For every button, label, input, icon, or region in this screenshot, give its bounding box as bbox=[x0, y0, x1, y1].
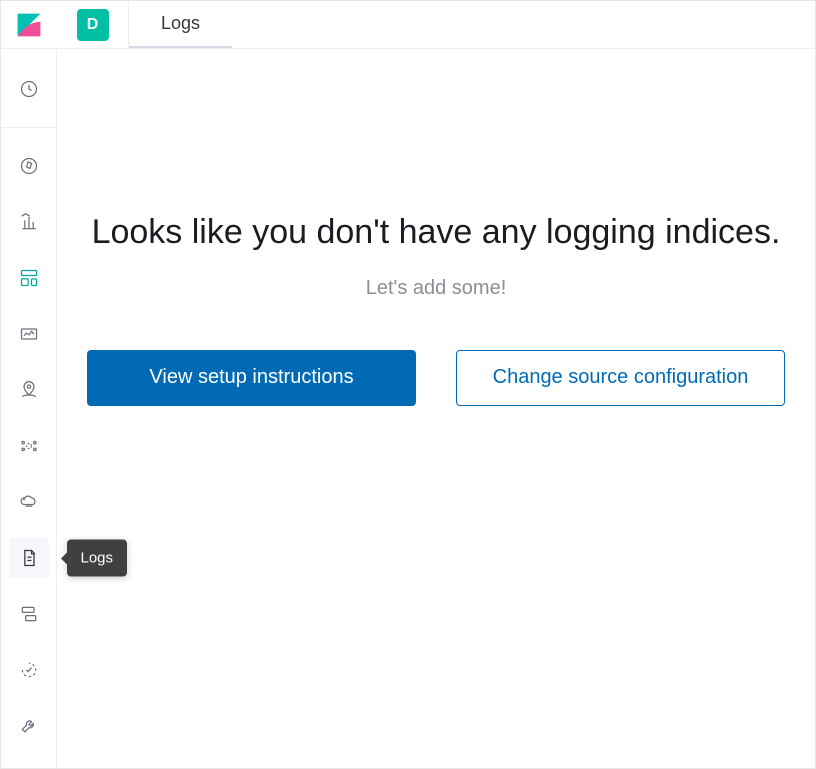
nav-visualize[interactable] bbox=[9, 202, 49, 242]
primary-button-label: View setup instructions bbox=[149, 366, 353, 389]
sidebar-divider bbox=[1, 127, 56, 128]
space-letter: D bbox=[87, 16, 99, 34]
empty-state-title: Looks like you don't have any logging in… bbox=[87, 209, 785, 257]
main-content: Looks like you don't have any logging in… bbox=[57, 49, 815, 768]
uptime-icon bbox=[19, 660, 39, 680]
tab-label: Logs bbox=[161, 13, 200, 34]
map-pin-icon bbox=[19, 380, 39, 400]
nav-timelion[interactable] bbox=[9, 314, 49, 354]
nav-discover[interactable] bbox=[9, 146, 49, 186]
nav-logs[interactable]: Logs bbox=[9, 538, 49, 578]
bar-chart-icon bbox=[19, 212, 39, 232]
nav-uptime[interactable] bbox=[9, 650, 49, 690]
nav-devtools[interactable] bbox=[9, 706, 49, 746]
ml-icon bbox=[19, 436, 39, 456]
secondary-button-label: Change source configuration bbox=[493, 366, 749, 389]
logs-icon bbox=[19, 548, 39, 568]
nav-dashboard[interactable] bbox=[9, 258, 49, 298]
nav-infrastructure[interactable] bbox=[9, 482, 49, 522]
nav-maps[interactable] bbox=[9, 370, 49, 410]
compass-icon bbox=[19, 156, 39, 176]
nav-apm[interactable] bbox=[9, 594, 49, 634]
wrench-icon bbox=[19, 716, 39, 736]
space-selector[interactable]: D bbox=[57, 1, 129, 48]
breadcrumb-tab[interactable]: Logs bbox=[129, 1, 232, 48]
sidebar: Logs bbox=[1, 49, 57, 768]
header-bar: D Logs bbox=[1, 1, 815, 49]
nav-recent[interactable] bbox=[9, 69, 49, 109]
change-source-configuration-button[interactable]: Change source configuration bbox=[456, 350, 785, 406]
apm-icon bbox=[19, 604, 39, 624]
chart-area-icon bbox=[19, 324, 39, 344]
empty-state-subtitle: Let's add some! bbox=[77, 277, 795, 300]
kibana-logo-container[interactable] bbox=[1, 1, 57, 48]
button-row: View setup instructions Change source co… bbox=[77, 350, 795, 406]
dashboard-icon bbox=[19, 268, 39, 288]
view-setup-instructions-button[interactable]: View setup instructions bbox=[87, 350, 416, 406]
kibana-logo-icon bbox=[16, 12, 42, 38]
space-badge[interactable]: D bbox=[77, 9, 109, 41]
clock-icon bbox=[19, 79, 39, 99]
nav-ml[interactable] bbox=[9, 426, 49, 466]
infra-icon bbox=[19, 492, 39, 512]
